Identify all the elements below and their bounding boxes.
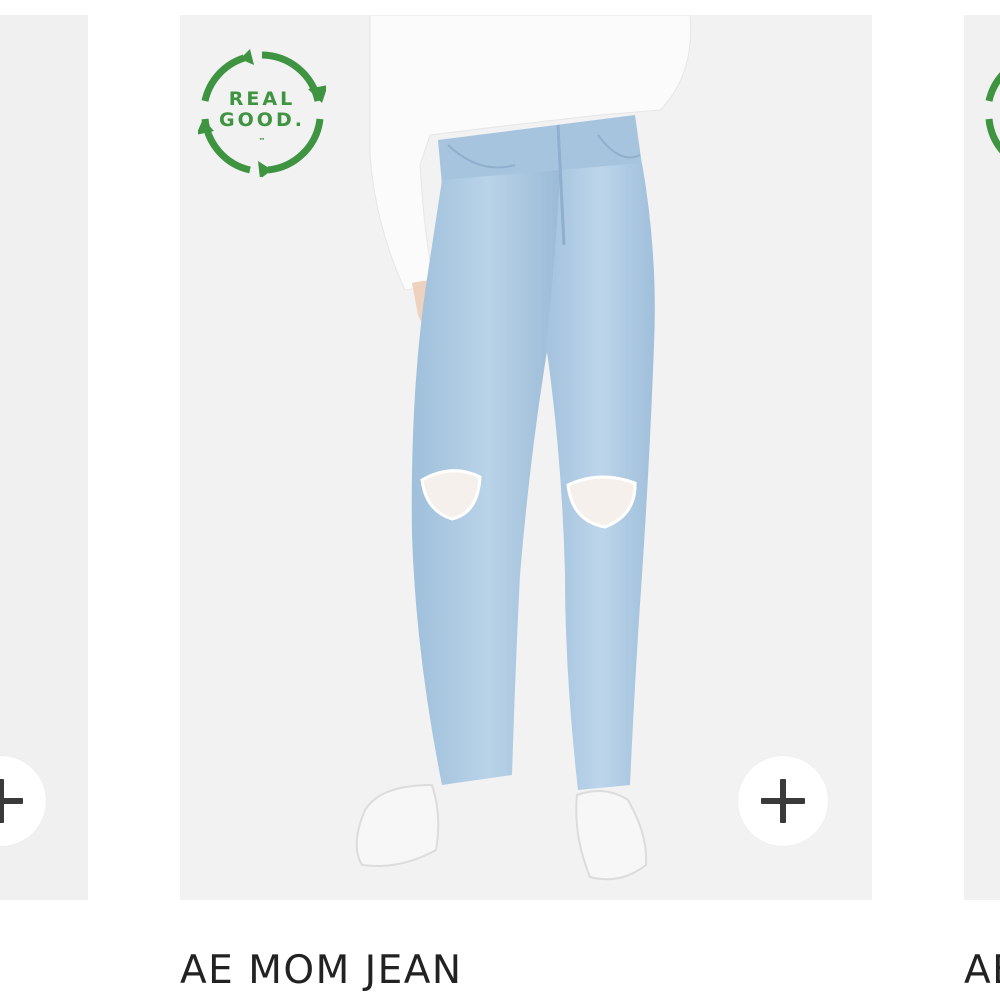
product-image[interactable] [964,15,1000,900]
product-name[interactable]: AE [964,948,1000,993]
product-grid: REAL GOOD.™ AE MOM JEAN AE [0,0,1000,1000]
product-card-left[interactable] [0,0,88,1000]
recycle-arrows-icon [985,72,1000,154]
product-card-right[interactable]: AE [964,0,1000,1000]
real-good-badge: REAL GOOD. ™ [196,49,328,179]
quick-add-button[interactable] [738,756,828,846]
product-name[interactable]: AE MOM JEAN [180,948,463,993]
plus-icon [761,779,805,823]
badge-text: REAL GOOD. ™ [219,88,305,146]
plus-icon [0,779,23,823]
real-good-badge [982,49,1000,177]
product-card[interactable]: REAL GOOD. ™ AE MOM JEAN [180,0,872,1000]
